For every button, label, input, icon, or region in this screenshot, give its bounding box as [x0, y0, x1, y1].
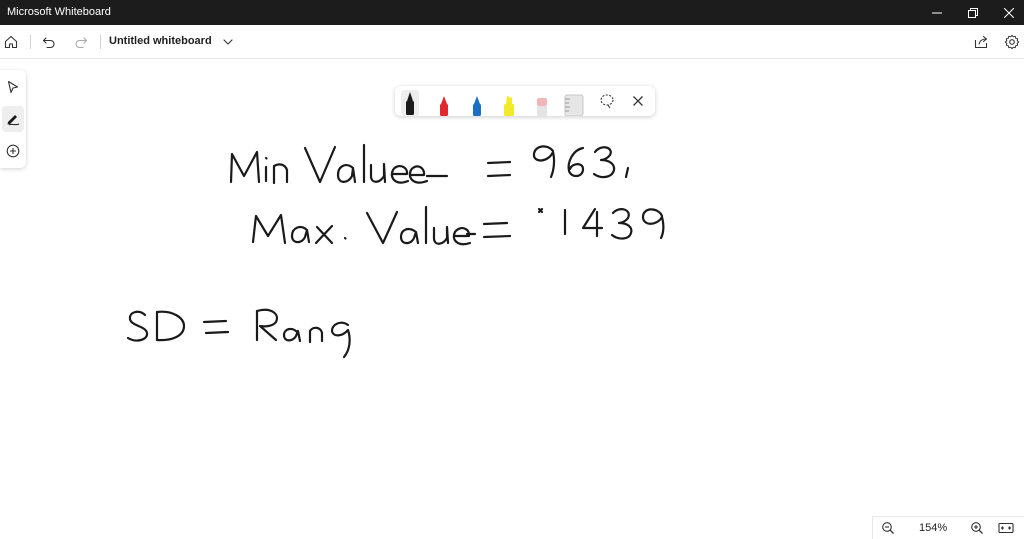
ink-sd-range	[126, 308, 351, 359]
separator	[30, 35, 31, 49]
gear-icon	[1004, 34, 1020, 50]
inking-tool[interactable]	[2, 106, 24, 132]
red-pen[interactable]	[435, 90, 453, 116]
restore-button[interactable]	[955, 0, 991, 25]
share-button[interactable]	[970, 31, 992, 53]
close-window-button[interactable]	[991, 0, 1024, 25]
title-bar: Microsoft Whiteboard	[0, 0, 1024, 25]
blue-pen[interactable]	[468, 90, 486, 116]
red-pen-icon	[440, 96, 448, 116]
document-title[interactable]: Untitled whiteboard	[109, 35, 212, 47]
zoom-out-icon	[882, 522, 894, 534]
pen-tray	[395, 86, 655, 117]
minimize-button[interactable]	[919, 0, 955, 25]
redo-icon	[75, 37, 88, 49]
select-icon	[7, 80, 19, 94]
eraser[interactable]	[533, 90, 551, 116]
zoom-in-icon	[971, 522, 983, 534]
zoom-level[interactable]: 154%	[919, 522, 947, 534]
minimize-icon	[932, 12, 942, 13]
zoom-out-button[interactable]	[877, 517, 899, 539]
lasso-icon	[600, 94, 614, 109]
close-pen-tray-button[interactable]	[627, 90, 649, 112]
black-pen-icon	[406, 92, 414, 115]
inking-icon	[7, 115, 20, 126]
close-icon	[1004, 7, 1014, 18]
ink-layer	[126, 143, 665, 359]
undo-icon	[42, 37, 55, 49]
zoom-bar: 154%	[872, 516, 1024, 539]
fit-to-screen-button[interactable]	[995, 517, 1017, 539]
app-title: Microsoft Whiteboard	[7, 6, 111, 18]
yellow-highlighter[interactable]	[500, 90, 518, 116]
restore-icon	[968, 7, 978, 18]
close-icon	[633, 96, 643, 106]
black-pen[interactable]	[401, 90, 419, 116]
ruler-icon	[564, 94, 584, 117]
redo-button[interactable]	[70, 31, 92, 53]
whiteboard-canvas[interactable]	[0, 58, 1024, 538]
ink-max-value	[251, 205, 665, 246]
home-button[interactable]	[0, 31, 22, 53]
share-icon	[974, 35, 988, 49]
lasso-select-button[interactable]	[596, 90, 618, 112]
zoom-in-button[interactable]	[966, 517, 988, 539]
highlighter-icon	[504, 96, 514, 116]
settings-button[interactable]	[1001, 31, 1023, 53]
eraser-icon	[537, 98, 547, 116]
select-tool[interactable]	[0, 74, 26, 100]
separator	[100, 35, 101, 49]
home-icon	[4, 35, 18, 49]
add-icon	[6, 144, 20, 158]
command-bar: Untitled whiteboard	[0, 25, 1024, 59]
fit-screen-icon	[998, 522, 1014, 534]
undo-button[interactable]	[38, 31, 60, 53]
title-dropdown-button[interactable]	[217, 31, 239, 53]
add-content-button[interactable]	[0, 138, 26, 164]
ruler[interactable]	[564, 90, 584, 117]
left-toolbar	[0, 70, 26, 168]
blue-pen-icon	[473, 96, 481, 116]
ink-min-value	[229, 143, 630, 185]
chevron-down-icon	[223, 39, 233, 45]
